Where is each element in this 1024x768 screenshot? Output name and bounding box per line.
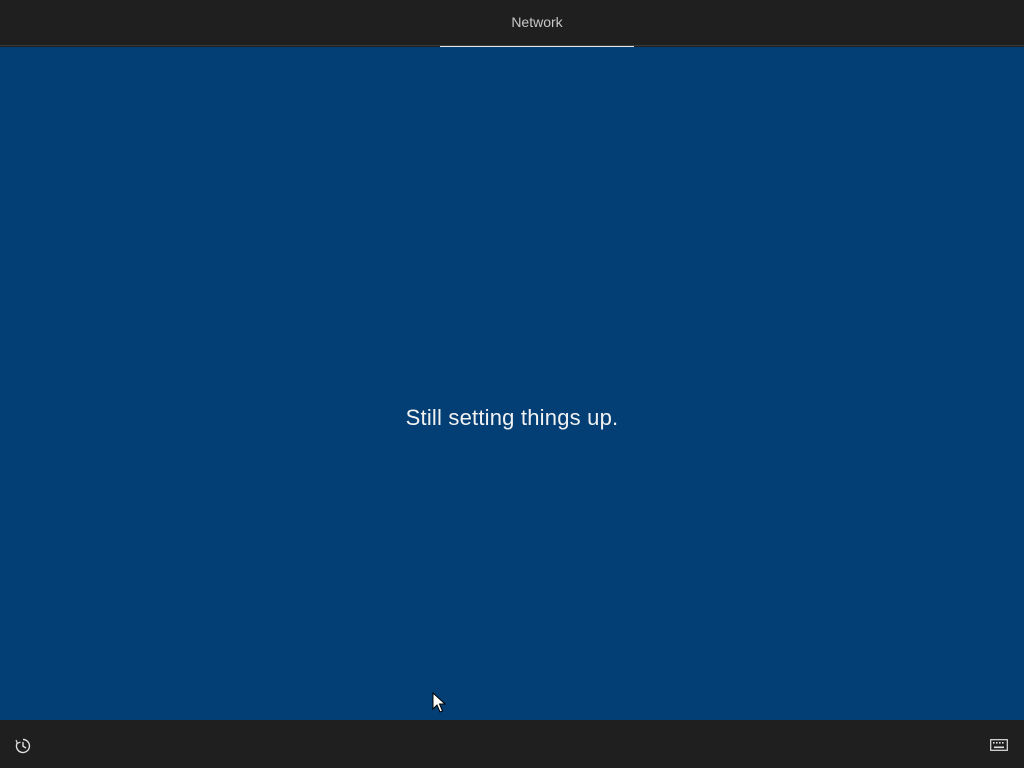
status-message: Still setting things up. [405,405,619,430]
ease-of-access-button[interactable] [12,735,34,757]
ease-of-access-icon [15,738,31,754]
step-network-label: Network [511,14,563,30]
mouse-pointer-icon [432,692,446,713]
on-screen-keyboard-button[interactable] [988,736,1010,754]
step-network: Network [440,0,634,48]
oobe-screen: Network Still setting things up. [0,0,1024,768]
bottom-bar [0,720,1024,768]
main-panel: Still setting things up. [0,47,1024,720]
top-bar: Network [0,0,1024,48]
keyboard-icon [990,739,1008,751]
